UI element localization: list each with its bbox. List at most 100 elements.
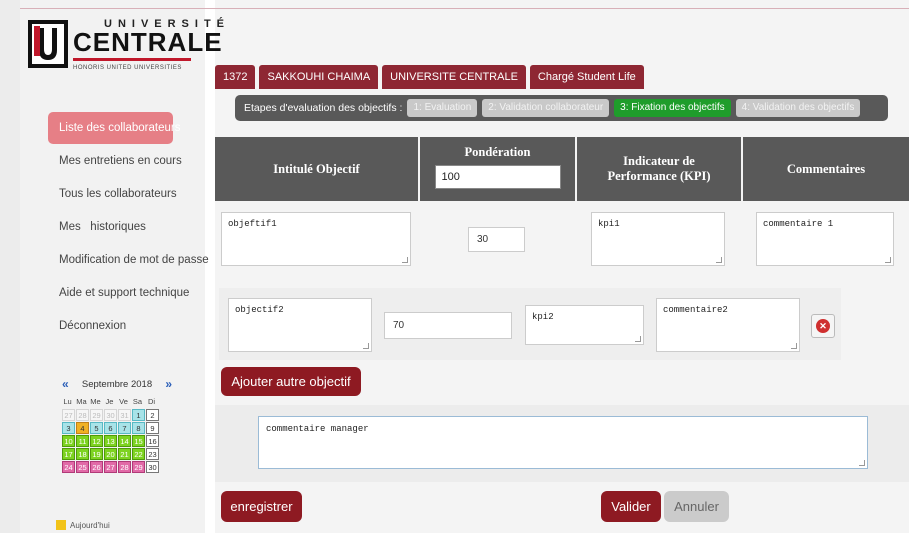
calendar-day[interactable]: 30 (104, 409, 117, 421)
calendar-legend: Aujourd'hui (56, 520, 110, 530)
step-validation-objectifs[interactable]: 4: Validation des objectifs (735, 99, 861, 117)
tab-position[interactable]: Chargé Student Life (529, 65, 644, 89)
sidebar-item-tous-collaborateurs[interactable]: Tous les collaborateurs (48, 178, 177, 211)
calendar-day[interactable]: 28 (76, 409, 89, 421)
shield-logo-icon (28, 20, 68, 68)
calendar-day[interactable]: 12 (90, 435, 103, 447)
calendar-day[interactable]: 27 (104, 461, 117, 473)
calendar-day[interactable]: 24 (62, 461, 75, 473)
calendar-day[interactable]: 23 (146, 448, 159, 460)
step-validation-collaborateur[interactable]: 2: Validation collaborateur (482, 99, 610, 117)
calendar-day[interactable]: 25 (76, 461, 89, 473)
sidebar-item-historiques[interactable]: Mes historiques (48, 211, 173, 244)
tab-employee-name[interactable]: SAKKOUHI CHAIMA (259, 65, 379, 89)
calendar-grid: 27 28 29 30 31 1 2 3 4 5 6 7 8 9 10 11 1… (62, 409, 172, 473)
sidebar-menu: Liste des collaborateurs Mes entretiens … (48, 112, 209, 343)
manager-comment-field[interactable]: commentaire manager (258, 416, 868, 469)
calendar-day[interactable]: 20 (104, 448, 117, 460)
kpi-field[interactable]: kpi1 (591, 212, 725, 266)
sidebar-item-liste-collaborateurs[interactable]: Liste des collaborateurs (48, 112, 180, 144)
calendar-day[interactable]: 19 (90, 448, 103, 460)
sidebar-item-deconnexion[interactable]: Déconnexion (48, 310, 173, 343)
calendar-day[interactable]: 31 (118, 409, 131, 421)
objective-title-field[interactable]: objeftif1 (221, 212, 411, 266)
header-ponderation-label: Pondération (464, 145, 531, 159)
form-actions-bar (215, 485, 909, 533)
objective-weight-input[interactable]: 30 (468, 227, 525, 252)
tab-employee-id[interactable]: 1372 (215, 65, 256, 89)
calendar-day[interactable]: 16 (146, 435, 159, 447)
resize-handle-icon[interactable] (363, 343, 369, 349)
calendar-day[interactable]: 29 (90, 409, 103, 421)
manager-comment-value: commentaire manager (266, 424, 369, 434)
objective-weight-input[interactable]: 70 (384, 312, 512, 339)
employee-info-tabs: 1372 SAKKOUHI CHAIMA UNIVERSITE CENTRALE… (215, 65, 644, 89)
calendar-day[interactable]: 22 (132, 448, 145, 460)
calendar-day[interactable]: 15 (132, 435, 145, 447)
university-logo[interactable]: UNIVERSITÉ CENTRALE HONORIS UNITED UNIVE… (26, 14, 224, 78)
comment-field[interactable]: commentaire2 (656, 298, 800, 352)
calendar-day[interactable]: 28 (118, 461, 131, 473)
objective-title-value: objeftif1 (228, 219, 277, 229)
calendar-day[interactable]: 10 (62, 435, 75, 447)
objectives-table-header: Intitulé Objectif Pondération Indicateur… (215, 137, 909, 201)
calendar-day[interactable]: 30 (146, 461, 159, 473)
sidebar-item-mot-de-passe[interactable]: Modification de mot de passe (48, 244, 209, 277)
comment-field[interactable]: commentaire 1 (756, 212, 894, 266)
kpi-value: kpi1 (598, 219, 620, 229)
legend-label: Aujourd'hui (70, 520, 110, 530)
validate-button[interactable]: Valider (601, 491, 661, 522)
header-commentaires: Commentaires (743, 137, 909, 201)
calendar-day[interactable]: 21 (118, 448, 131, 460)
calendar-day[interactable]: 8 (132, 422, 145, 434)
kpi-field[interactable]: kpi2 (525, 305, 644, 345)
calendar-next-button[interactable]: » (165, 377, 172, 391)
calendar-month-label: Septembre 2018 (81, 378, 153, 390)
calendar-day[interactable]: 5 (90, 422, 103, 434)
calendar-day[interactable]: 14 (118, 435, 131, 447)
calendar-week: 10 11 12 13 14 15 16 (62, 435, 172, 447)
header-ponderation: Pondération (420, 137, 577, 201)
resize-handle-icon[interactable] (635, 336, 641, 342)
calendar-day[interactable]: 17 (62, 448, 75, 460)
tab-organization[interactable]: UNIVERSITE CENTRALE (382, 65, 526, 89)
calendar-day[interactable]: 27 (62, 409, 75, 421)
calendar-day[interactable]: 7 (118, 422, 131, 434)
weekday-label: Sa (132, 397, 143, 406)
calendar-day[interactable]: 6 (104, 422, 117, 434)
objective-title-field[interactable]: objectif2 (228, 298, 372, 352)
comment-value: commentaire 1 (763, 219, 834, 229)
resize-handle-icon[interactable] (885, 257, 891, 263)
calendar-day[interactable]: 1 (132, 409, 145, 421)
ponderation-total-input[interactable] (434, 165, 561, 189)
resize-handle-icon[interactable] (791, 343, 797, 349)
calendar-day[interactable]: 18 (76, 448, 89, 460)
today-swatch (56, 520, 66, 530)
calendar-day[interactable]: 26 (90, 461, 103, 473)
delete-objective-button[interactable]: ✕ (811, 314, 835, 338)
cancel-button[interactable]: Annuler (664, 491, 729, 522)
calendar-week: 24 25 26 27 28 29 30 (62, 461, 172, 473)
calendar-day[interactable]: 3 (62, 422, 75, 434)
add-objective-button[interactable]: Ajouter autre objectif (221, 367, 361, 396)
step-fixation-objectifs[interactable]: 3: Fixation des objectifs (614, 99, 731, 117)
calendar-week: 27 28 29 30 31 1 2 (62, 409, 172, 421)
resize-handle-icon[interactable] (716, 257, 722, 263)
calendar-day[interactable]: 11 (76, 435, 89, 447)
calendar-day[interactable]: 2 (146, 409, 159, 421)
calendar-week: 17 18 19 20 21 22 23 (62, 448, 172, 460)
calendar-prev-button[interactable]: « (62, 377, 69, 391)
delete-icon: ✕ (816, 319, 830, 333)
weekday-label: Ma (76, 397, 87, 406)
resize-handle-icon[interactable] (859, 460, 865, 466)
calendar-day[interactable]: 9 (146, 422, 159, 434)
save-button[interactable]: enregistrer (221, 491, 302, 522)
sidebar-item-entretiens-en-cours[interactable]: Mes entretiens en cours (48, 145, 182, 178)
calendar-day-today[interactable]: 4 (76, 422, 89, 434)
calendar-day[interactable]: 29 (132, 461, 145, 473)
step-evaluation[interactable]: 1: Evaluation (407, 99, 478, 117)
sidebar-item-aide-support[interactable]: Aide et support technique (48, 277, 189, 310)
evaluation-steps-bar: Etapes d'evaluation des objectifs : 1: E… (235, 95, 888, 121)
calendar-day[interactable]: 13 (104, 435, 117, 447)
resize-handle-icon[interactable] (402, 257, 408, 263)
